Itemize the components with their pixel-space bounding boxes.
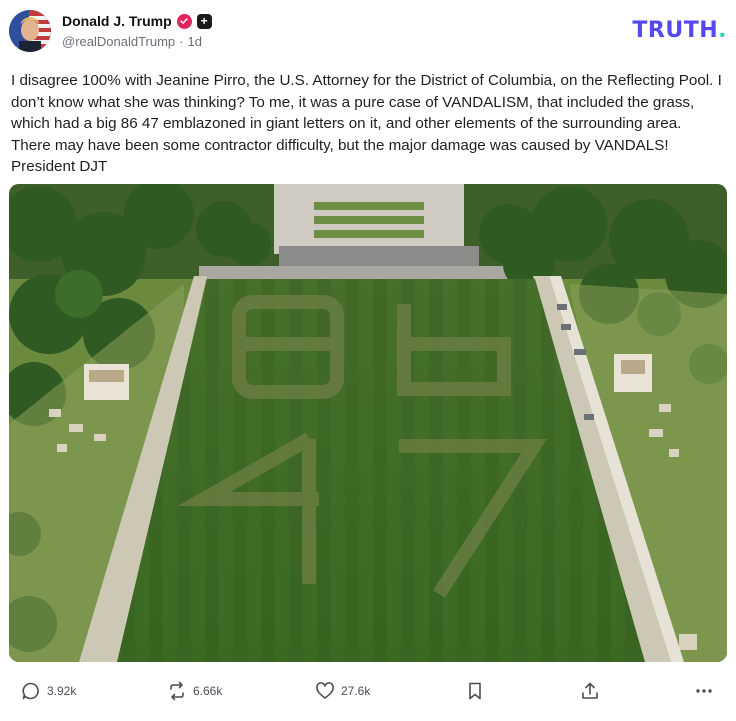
more-button[interactable] <box>694 676 714 706</box>
separator: · <box>179 34 184 49</box>
post-age[interactable]: 1d <box>188 34 202 49</box>
reply-bubble-icon <box>21 681 41 701</box>
logo-text: TRUTH <box>632 18 719 43</box>
handle-row: @realDonaldTrump · 1d <box>62 34 202 49</box>
bookmark-icon <box>465 681 485 701</box>
post-body: I disagree 100% with Jeanine Pirro, the … <box>11 72 722 175</box>
author-name[interactable]: Donald J. Trump <box>62 13 172 29</box>
like-button[interactable]: 27.6k <box>315 676 370 706</box>
reply-button[interactable]: 3.92k <box>21 676 76 706</box>
post-header: Donald J. Trump + @realDonaldTrump · 1d … <box>9 8 727 54</box>
like-count: 27.6k <box>341 684 371 698</box>
heart-icon <box>315 681 335 701</box>
bookmark-button[interactable] <box>465 676 485 706</box>
name-row: Donald J. Trump + <box>62 11 212 31</box>
retruth-button[interactable]: 6.66k <box>167 676 222 706</box>
plus-badge-icon: + <box>196 13 212 29</box>
reply-count: 3.92k <box>47 684 77 698</box>
logo-dot: . <box>718 18 727 43</box>
more-dots-icon <box>694 681 714 701</box>
share-upload-icon <box>580 681 600 701</box>
truth-logo[interactable]: TRUTH. <box>632 18 727 43</box>
avatar[interactable] <box>9 10 51 52</box>
author-handle[interactable]: @realDonaldTrump <box>62 34 175 49</box>
retruth-count: 6.66k <box>193 684 223 698</box>
retruth-arrows-icon <box>167 681 187 701</box>
verified-check-icon <box>176 13 192 29</box>
action-bar: 3.92k 6.66k 27.6k <box>0 676 736 706</box>
post-photo[interactable] <box>9 184 727 662</box>
share-button[interactable] <box>580 676 600 706</box>
